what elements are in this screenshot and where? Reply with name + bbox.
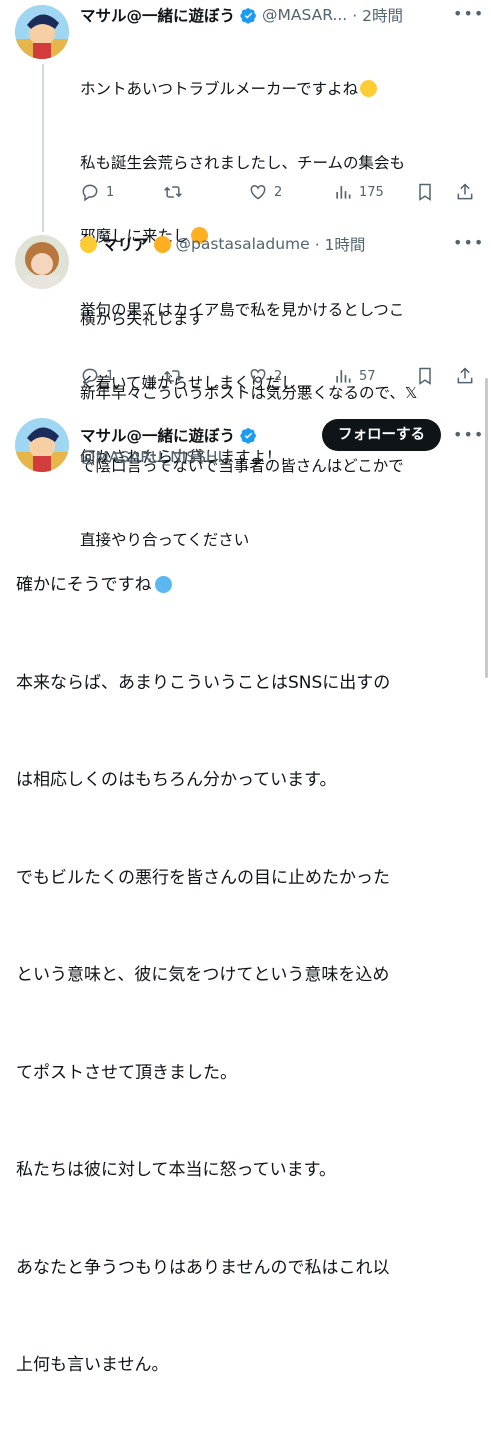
share-icon bbox=[457, 367, 473, 384]
bookmark-button[interactable] bbox=[415, 366, 435, 386]
scrollbar[interactable] bbox=[485, 378, 488, 678]
avatar[interactable] bbox=[15, 418, 69, 472]
views-button[interactable]: 175 bbox=[333, 182, 384, 202]
text-line: 本来ならば、あまりこういうことはSNSに出すの bbox=[16, 672, 391, 693]
text-line: 横から失礼します bbox=[80, 310, 205, 328]
more-dots-icon[interactable]: ••• bbox=[453, 425, 484, 444]
dizzy-face-icon bbox=[80, 235, 97, 253]
more-dots-icon[interactable]: ••• bbox=[453, 4, 484, 23]
avatar[interactable] bbox=[15, 5, 69, 59]
thread-connector-line bbox=[42, 64, 44, 232]
timestamp[interactable]: · 2時間 bbox=[352, 4, 403, 26]
text-line: という意味と、彼に気をつけてという意味を込め bbox=[16, 965, 390, 985]
views-icon bbox=[336, 186, 351, 199]
more-dots-icon[interactable]: ••• bbox=[453, 233, 484, 252]
handle[interactable]: @MASARU_NISSHI bbox=[80, 448, 222, 466]
yawning-face-icon bbox=[153, 235, 171, 253]
like-count: 2 bbox=[274, 184, 283, 200]
verified-badge-icon bbox=[240, 7, 256, 24]
like-count: 2 bbox=[274, 368, 283, 384]
post-header: マサル@一緒に遊ぼう bbox=[80, 424, 257, 446]
verified-badge-icon bbox=[240, 427, 256, 444]
heart-icon bbox=[250, 368, 266, 384]
reply-button[interactable]: 1 bbox=[80, 366, 114, 386]
reply-button[interactable]: 1 bbox=[80, 182, 114, 202]
reply-count: 1 bbox=[106, 184, 115, 200]
expressionless-face-icon bbox=[360, 80, 378, 97]
retweet-button[interactable] bbox=[163, 366, 183, 386]
avatar-image bbox=[15, 235, 69, 289]
text-line: ホントあいつトラブルメーカーですよね bbox=[80, 80, 359, 98]
bookmark-icon bbox=[419, 367, 431, 385]
reply-count: 1 bbox=[106, 368, 115, 384]
handle[interactable]: @MASAR... bbox=[262, 6, 347, 24]
views-count: 57 bbox=[359, 368, 376, 384]
text-line: 私も誕生会荒らされましたし、チームの集会も bbox=[80, 153, 406, 172]
avatar-image bbox=[15, 418, 69, 472]
handle[interactable]: @pastasaladume bbox=[176, 235, 310, 253]
share-button[interactable] bbox=[455, 366, 475, 386]
share-icon bbox=[457, 183, 473, 200]
like-button[interactable]: 2 bbox=[248, 182, 282, 202]
avatar[interactable] bbox=[15, 235, 69, 289]
views-icon bbox=[336, 370, 351, 383]
timestamp[interactable]: · 1時間 bbox=[315, 233, 366, 255]
retweet-button[interactable] bbox=[163, 182, 183, 202]
text-line: てポストさせて頂きました。 bbox=[16, 1062, 237, 1083]
avatar-image bbox=[15, 5, 69, 59]
reply-icon bbox=[82, 184, 98, 202]
post-header: マサル@一緒に遊ぼう @MASAR... · 2時間 bbox=[80, 4, 403, 26]
bookmark-button[interactable] bbox=[415, 182, 435, 202]
post-text: 確かにそうですね 本来ならば、あまりこういうことはSNSに出すの は相応しくのは… bbox=[16, 504, 476, 1447]
reply-icon bbox=[82, 368, 98, 386]
display-name[interactable]: マリア bbox=[102, 233, 149, 255]
views-count: 175 bbox=[359, 184, 384, 200]
text-line: 私たちは彼に対して本当に怒っています。 bbox=[16, 1160, 336, 1180]
text-line: は相応しくのはもちろん分かっています。 bbox=[16, 770, 337, 790]
text-line: 上何も言いません。 bbox=[16, 1355, 169, 1375]
share-button[interactable] bbox=[455, 182, 475, 202]
sweat-droplets-icon bbox=[154, 576, 172, 593]
display-name[interactable]: マサル@一緒に遊ぼう bbox=[80, 4, 235, 26]
retweet-icon bbox=[164, 370, 182, 382]
follow-button[interactable]: フォローする bbox=[322, 419, 441, 451]
views-button[interactable]: 57 bbox=[333, 366, 376, 386]
text-line: でもビルたくの悪行を皆さんの目に止めたかった bbox=[16, 867, 390, 888]
post-header: マリア @pastasaladume · 1時間 bbox=[80, 233, 365, 255]
bookmark-icon bbox=[419, 183, 431, 201]
heart-icon bbox=[250, 184, 266, 200]
retweet-icon bbox=[164, 186, 182, 198]
like-button[interactable]: 2 bbox=[248, 366, 282, 386]
display-name[interactable]: マサル@一緒に遊ぼう bbox=[80, 424, 235, 446]
text-line: 確かにそうですね bbox=[16, 575, 152, 595]
text-line: あなたと争うつもりはありませんので私はこれ以 bbox=[16, 1257, 390, 1278]
